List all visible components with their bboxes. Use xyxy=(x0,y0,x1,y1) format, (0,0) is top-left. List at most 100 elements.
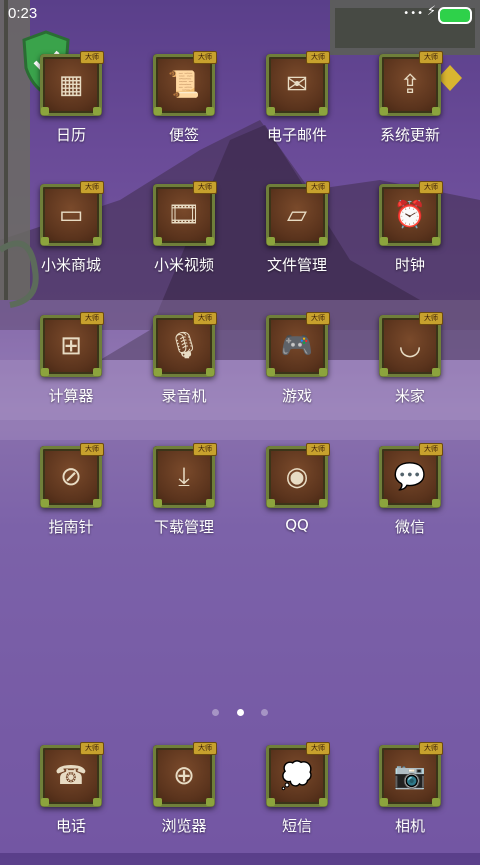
app-glyph-icon: ◡ xyxy=(398,331,422,361)
signal-icon: ••• xyxy=(403,8,424,19)
page-dot[interactable] xyxy=(212,709,220,716)
app-tile[interactable]: ☎ 大师 xyxy=(40,742,104,807)
app-glyph-icon: 🎮 xyxy=(280,331,314,361)
master-badge: 大师 xyxy=(419,51,443,64)
app-icon[interactable]: ✉ 大师电子邮件 xyxy=(244,51,354,174)
app-label: 计算器 xyxy=(48,387,94,405)
master-badge: 大师 xyxy=(306,312,330,325)
master-badge: 大师 xyxy=(193,443,217,456)
app-glyph-icon: 💬 xyxy=(393,462,427,492)
master-badge: 大师 xyxy=(80,51,104,64)
app-tile[interactable]: ◉ 大师 xyxy=(266,443,330,508)
app-tile[interactable]: ⊕ 大师 xyxy=(153,742,217,807)
battery-icon xyxy=(438,7,472,24)
app-glyph-icon: ⏰ xyxy=(393,200,427,230)
app-tile[interactable]: ⏰ 大师 xyxy=(379,181,443,246)
master-badge: 大师 xyxy=(80,312,104,325)
status-bar: 0:23 ••• ⚡ xyxy=(0,0,480,30)
app-tile[interactable]: ▭ 大师 xyxy=(40,181,104,246)
clock-time: 0:23 xyxy=(8,5,38,22)
app-tile[interactable]: 📜 大师 xyxy=(153,51,217,116)
app-icon[interactable]: ⇪ 大师系统更新 xyxy=(357,51,467,174)
app-glyph-icon: 💭 xyxy=(280,761,314,791)
app-icon[interactable]: 💬 大师微信 xyxy=(357,443,467,566)
master-badge: 大师 xyxy=(193,181,217,194)
app-icon[interactable]: 🎞 大师小米视频 xyxy=(131,181,241,304)
page-dot-active[interactable] xyxy=(236,709,244,716)
app-glyph-icon: 🎞 xyxy=(167,200,201,230)
app-tile[interactable]: 🎞 大师 xyxy=(153,181,217,246)
app-icon[interactable]: ⤓ 大师下载管理 xyxy=(131,443,241,566)
app-label: 相机 xyxy=(394,817,425,835)
app-label: 电子邮件 xyxy=(266,126,327,144)
app-icon[interactable]: ⏰ 大师时钟 xyxy=(357,181,467,304)
app-glyph-icon: ⊘ xyxy=(60,462,82,492)
app-tile[interactable]: ⇪ 大师 xyxy=(379,51,443,116)
app-icon[interactable]: ⊕ 大师 浏览器 xyxy=(131,742,241,865)
app-label: 系统更新 xyxy=(379,126,440,144)
app-label: 游戏 xyxy=(281,387,312,405)
master-badge: 大师 xyxy=(80,443,104,456)
app-label: 文件管理 xyxy=(266,256,327,274)
app-icon[interactable]: 📷 大师相机 xyxy=(357,742,467,865)
app-glyph-icon: ✉ xyxy=(286,70,308,100)
app-label: 微信 xyxy=(394,518,425,536)
app-glyph-icon: 📜 xyxy=(167,70,201,100)
app-glyph-icon: ▱ xyxy=(287,200,307,230)
app-icon[interactable]: 🎙 大师 录音机 xyxy=(131,312,241,435)
app-icon[interactable]: ◉ 大师 QQ xyxy=(244,443,354,566)
app-tile[interactable]: 🎙 大师 xyxy=(153,312,217,377)
app-label: 短信 xyxy=(281,817,312,835)
app-tile[interactable]: ▱ 大师 xyxy=(266,181,330,246)
app-icon[interactable]: ◡ 大师米家 xyxy=(357,312,467,435)
app-glyph-icon: 📷 xyxy=(393,761,427,791)
master-badge: 大师 xyxy=(193,742,217,755)
app-icon[interactable]: 💭 大师短信 xyxy=(244,742,354,865)
master-badge: 大师 xyxy=(419,181,443,194)
page-dot[interactable] xyxy=(260,709,268,716)
app-label: 小米视频 xyxy=(153,256,214,274)
app-label: QQ xyxy=(285,516,309,534)
app-tile[interactable]: ⊘ 大师 xyxy=(40,443,104,508)
app-icon[interactable]: 📜 大师便签 xyxy=(131,51,241,174)
app-tile[interactable]: 💭 大师 xyxy=(266,742,330,807)
master-badge: 大师 xyxy=(193,312,217,325)
app-label: 下载管理 xyxy=(153,518,214,536)
app-icon[interactable]: ▱ 大师文件管理 xyxy=(244,181,354,304)
app-tile[interactable]: 📷 大师 xyxy=(379,742,443,807)
master-badge: 大师 xyxy=(193,51,217,64)
app-icon[interactable]: 🎮 大师游戏 xyxy=(244,312,354,435)
app-icon[interactable]: ⊘ 大师 指南针 xyxy=(18,443,128,566)
app-tile[interactable]: ▦ 大师 xyxy=(40,51,104,116)
app-glyph-icon: ⇪ xyxy=(399,70,421,100)
app-icon[interactable]: ▭ 大师小米商城 xyxy=(18,181,128,304)
master-badge: 大师 xyxy=(419,443,443,456)
app-glyph-icon: ⤓ xyxy=(178,462,190,492)
app-label: 小米商城 xyxy=(40,256,101,274)
app-tile[interactable]: ⊞ 大师 xyxy=(40,312,104,377)
app-tile[interactable]: ◡ 大师 xyxy=(379,312,443,377)
app-tile[interactable]: ✉ 大师 xyxy=(266,51,330,116)
master-badge: 大师 xyxy=(306,51,330,64)
master-badge: 大师 xyxy=(80,742,104,755)
app-icon[interactable]: ☎ 大师 电话 xyxy=(18,742,128,865)
app-glyph-icon: 🎙 xyxy=(167,331,201,361)
app-icon[interactable]: ▦ 大师日历 xyxy=(18,51,128,174)
master-badge: 大师 xyxy=(419,312,443,325)
app-tile[interactable]: 🎮 大师 xyxy=(266,312,330,377)
app-glyph-icon: ◉ xyxy=(285,462,309,492)
master-badge: 大师 xyxy=(306,181,330,194)
master-badge: 大师 xyxy=(419,742,443,755)
master-badge: 大师 xyxy=(306,742,330,755)
charging-icon: ⚡ xyxy=(426,4,436,19)
app-label: 日历 xyxy=(55,126,86,144)
app-tile[interactable]: 💬 大师 xyxy=(379,443,443,508)
app-glyph-icon: ⊞ xyxy=(60,331,82,361)
app-label: 时钟 xyxy=(394,256,425,274)
app-glyph-icon: ▦ xyxy=(58,70,84,100)
page-indicator xyxy=(0,701,480,716)
app-icon[interactable]: ⊞ 大师计算器 xyxy=(18,312,128,435)
app-label: 米家 xyxy=(394,387,425,405)
app-tile[interactable]: ⤓ 大师 xyxy=(153,443,217,508)
app-label: 便签 xyxy=(168,126,199,144)
